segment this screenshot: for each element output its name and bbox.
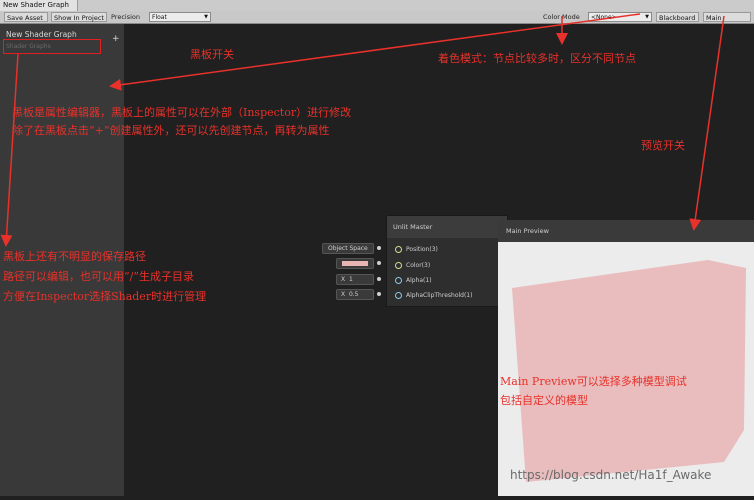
annotation-preview-desc-2: 包括自定义的模型 [500,394,588,407]
annotation-blackboard-desc-1: 黑板是属性编辑器，黑板上的属性可以在外部（Inspector）进行修改 [12,106,352,119]
annotation-path-desc-1: 黑板上还有不明显的保存路径 [3,250,146,263]
annotation-color-mode: 着色模式：节点比较多时，区分不同节点 [438,52,636,65]
annotation-blackboard-desc-2: 除了在黑板点击“+”创建属性外，还可以先创建节点，再转为属性 [12,124,330,137]
annotation-preview-desc-1: Main Preview可以选择多种模型调试 [500,375,687,388]
annotation-path-desc-3: 方便在Inspector选择Shader时进行管理 [3,290,207,303]
annotation-preview-toggle: 预览开关 [641,139,685,152]
annotation-blackboard-toggle: 黑板开关 [190,48,234,61]
watermark-text: https://blog.csdn.net/Ha1f_Awake [510,468,712,482]
annotation-path-desc-2: 路径可以编辑，也可以用“/”生成子目录 [3,270,194,283]
